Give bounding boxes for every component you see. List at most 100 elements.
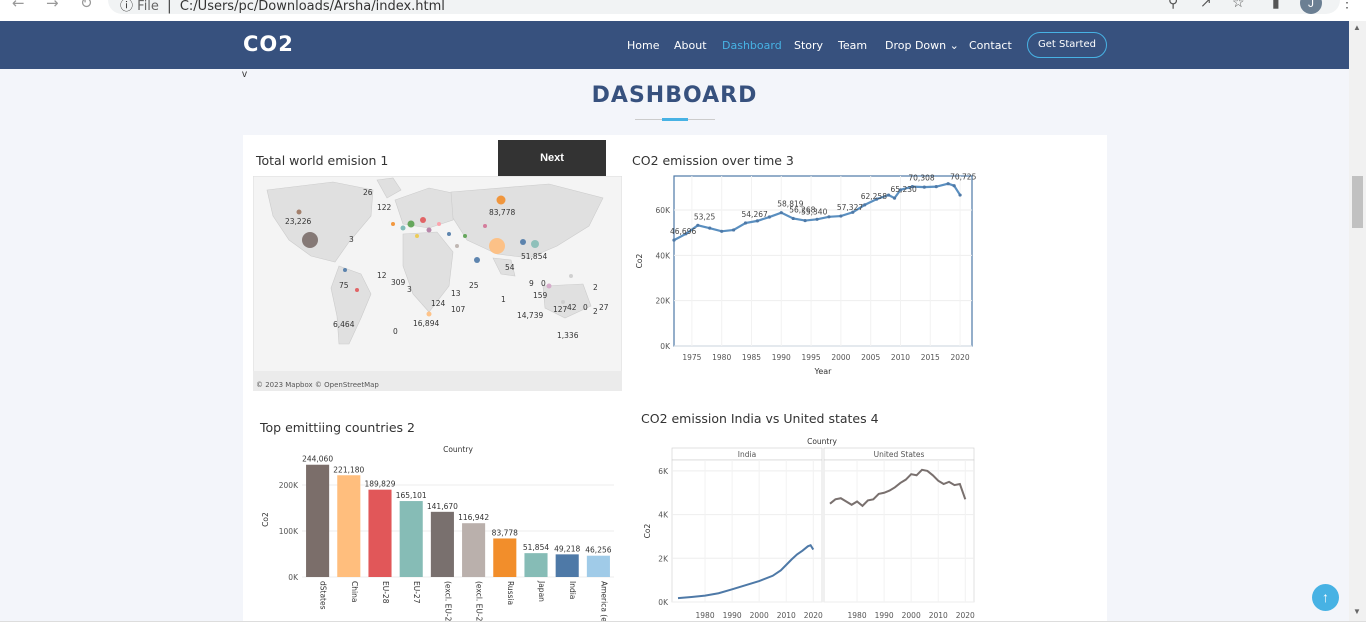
map-bubble <box>520 239 526 245</box>
get-started-button[interactable]: Get Started <box>1027 32 1107 58</box>
map-bubble <box>546 283 552 289</box>
map-value-label: 0 <box>393 327 398 336</box>
map-value-label: 3 <box>407 285 412 294</box>
top-emitters-chart[interactable]: Country 0K 100K 200K Co2 244,060 dStates 221,18… <box>258 440 620 621</box>
bar-category-label: EU-28 <box>381 581 390 604</box>
bar-category-label: India <box>568 581 577 599</box>
nav-contact[interactable]: Contact <box>969 39 1012 52</box>
map-bubble <box>561 300 565 304</box>
map-value-label: 1,336 <box>557 331 579 340</box>
data-point <box>839 214 843 218</box>
bar-category-label: (excl. EU-27) <box>443 581 452 621</box>
x-tick-label: 1980 <box>696 611 715 620</box>
nav-story[interactable]: Story <box>794 39 823 52</box>
back-icon[interactable]: ← <box>12 0 25 12</box>
x-tick-label: 2020 <box>956 611 975 620</box>
y-tick-label: 60K <box>656 206 672 215</box>
nav-home[interactable]: Home <box>627 39 659 52</box>
x-tick-label: 1995 <box>802 353 821 362</box>
map-value-label: 25 <box>469 281 479 290</box>
bar-value-label: 141,670 <box>427 502 458 511</box>
compare-header: Country <box>807 437 837 446</box>
y-tick-label: 0K <box>288 573 299 582</box>
zoom-icon[interactable]: ⚲ <box>1168 0 1178 11</box>
map-value-label: 26 <box>363 188 373 197</box>
reload-icon[interactable]: ↻ <box>80 0 93 12</box>
panel-header: United States <box>874 450 925 459</box>
data-point <box>946 182 950 186</box>
map-value-label: 2 <box>593 307 598 316</box>
x-tick-label: 2000 <box>750 611 769 620</box>
share-icon[interactable]: ↗ <box>1200 0 1212 11</box>
nav-team[interactable]: Team <box>838 39 867 52</box>
map-value-label: 124 <box>431 299 446 308</box>
bar-category-label: Japan <box>537 580 546 602</box>
bar-value-label: 221,180 <box>333 465 364 474</box>
data-point <box>743 221 748 225</box>
map-value-label: 6,464 <box>333 320 355 329</box>
nav-dashboard[interactable]: Dashboard <box>722 39 782 52</box>
map-credit: © 2023 Mapbox © OpenStreetMap <box>256 381 379 389</box>
panel-frame <box>823 459 975 603</box>
map-value-label: 13 <box>451 289 461 298</box>
map-bubble <box>302 232 318 248</box>
x-tick-label: 1980 <box>848 611 867 620</box>
map-bubble <box>355 288 359 292</box>
co2-over-time-chart[interactable]: 0K 20K 40K 60K 1975 1980 1985 1990 1995 2000 2005 2… <box>632 170 982 390</box>
x-tick-label: 2000 <box>902 611 921 620</box>
map-value-label: 0 <box>583 303 588 312</box>
page-scrollbar[interactable]: ▲ ▼ <box>1349 21 1366 621</box>
site-logo[interactable]: CO2 <box>243 32 294 56</box>
bar-china <box>337 475 361 577</box>
map-bubble <box>407 220 415 228</box>
bar-russia <box>493 538 517 577</box>
browser-toolbar: ← → ↻ ⓘ File | C:/Users/pc/Downloads/Ars… <box>0 0 1366 21</box>
map-bubble <box>474 257 480 263</box>
bar-value-label: 244,060 <box>302 455 333 464</box>
scrollbar-thumb[interactable] <box>1352 176 1363 228</box>
y-tick-label: 200K <box>279 481 299 490</box>
bar-eu-27 <box>399 501 423 577</box>
data-label: 65,230 <box>891 185 917 194</box>
data-label: 55,340 <box>801 208 827 217</box>
bar-value-label: 83,778 <box>492 528 518 537</box>
map-value-label: 23,226 <box>285 217 311 226</box>
scroll-up-arrow-icon[interactable]: ▲ <box>1353 23 1361 32</box>
map-bubble <box>426 227 432 233</box>
india-vs-us-chart[interactable]: Country India 1980 1990 2000 2010 2020 United S… <box>636 432 981 621</box>
address-text[interactable]: ⓘ File | C:/Users/pc/Downloads/Arsha/ind… <box>120 0 445 14</box>
data-label: 53,25 <box>694 212 716 221</box>
map-value-label: 159 <box>533 291 548 300</box>
data-label: 46,696 <box>670 227 696 236</box>
data-point <box>934 185 938 189</box>
y-tick-label: 20K <box>656 297 672 306</box>
x-axis-title: Year <box>814 367 833 376</box>
bookmark-star-icon[interactable]: ☆ <box>1232 0 1245 11</box>
next-button[interactable]: Next <box>498 140 606 177</box>
side-panel-icon[interactable]: ▮ <box>1272 0 1280 11</box>
x-tick-label: 1990 <box>723 611 742 620</box>
map-value-label: 309 <box>391 278 406 287</box>
back-to-top-button[interactable]: ↑ <box>1312 584 1339 611</box>
browser-menu-icon[interactable]: ⋮ <box>1340 0 1354 11</box>
bar-category-label: (excl. EU-28) <box>475 581 484 621</box>
data-point <box>815 217 819 221</box>
y-axis-title: Co2 <box>635 253 644 268</box>
bar-category-label: America (excl.USA) <box>599 581 608 621</box>
info-icon: ⓘ <box>120 0 134 14</box>
x-tick-label: 1990 <box>875 611 894 620</box>
nav-dropdown[interactable]: Drop Down ⌄ <box>885 39 959 52</box>
map-bubble <box>296 209 302 215</box>
nav-about[interactable]: About <box>674 39 707 52</box>
map-value-label: 3 <box>349 235 354 244</box>
x-tick-label: 2010 <box>929 611 948 620</box>
forward-icon[interactable]: → <box>46 0 59 12</box>
map-bubble <box>496 195 506 205</box>
map-value-label: 51,854 <box>521 252 547 261</box>
scroll-down-arrow-icon[interactable]: ▼ <box>1353 607 1361 616</box>
nav-dropdown-label: Drop Down <box>885 39 947 52</box>
map-value-label: 27 <box>599 303 609 312</box>
world-map[interactable]: 2612283,77823,226351,8545412309375 25 9 0 21… <box>253 176 622 391</box>
data-point <box>779 211 783 215</box>
chevron-down-icon: ⌄ <box>949 39 959 52</box>
